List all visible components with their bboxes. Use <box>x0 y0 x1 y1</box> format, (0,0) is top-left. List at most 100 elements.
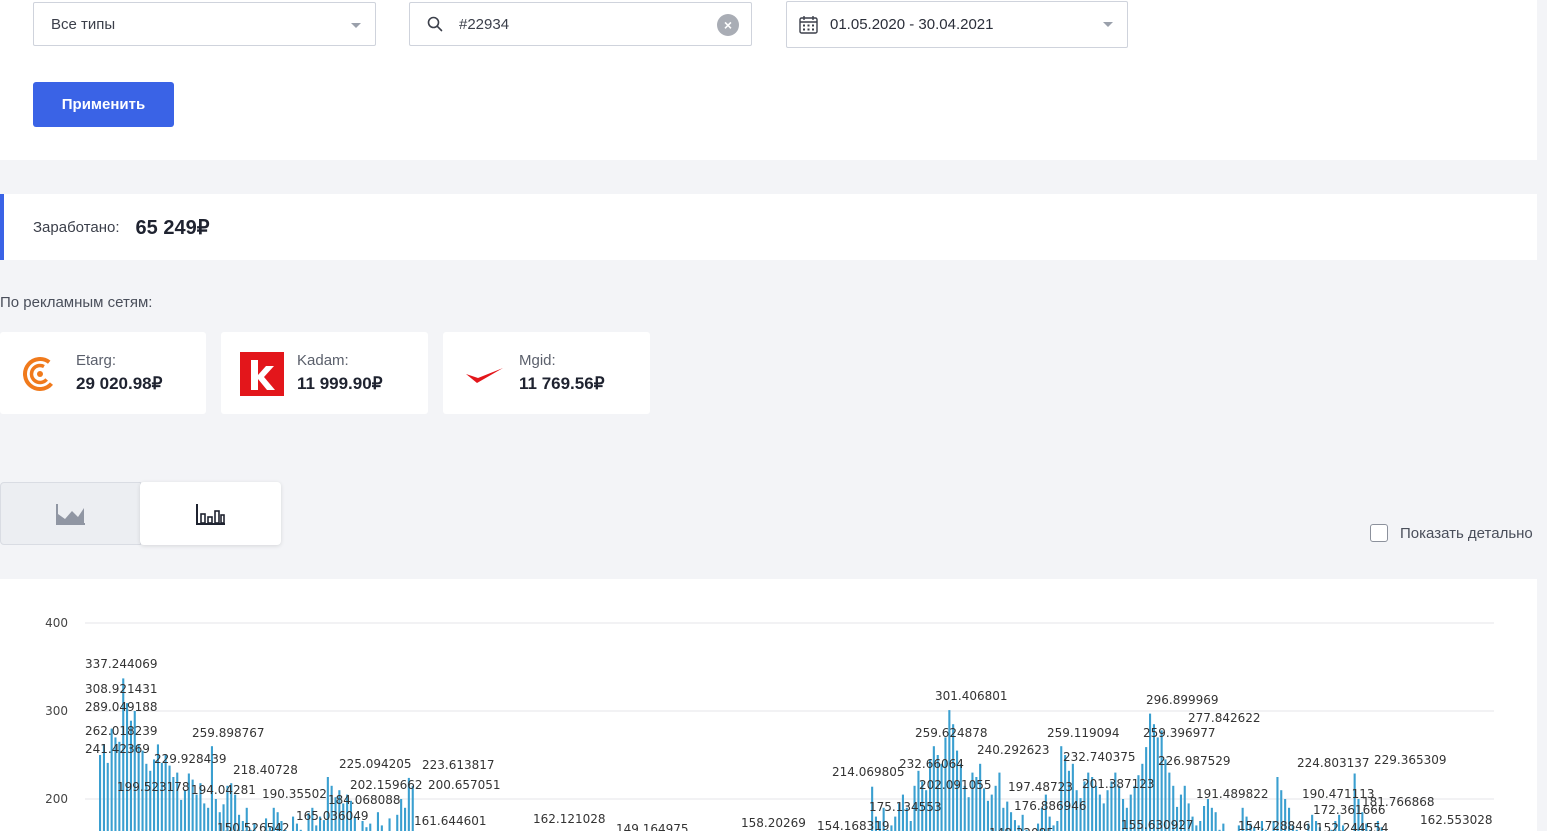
type-select[interactable]: Все типы <box>33 2 376 46</box>
etarg-logo-icon <box>23 357 57 391</box>
bar-data-label: 229.928439 <box>154 752 227 766</box>
bar-data-label: 214.069805 <box>832 765 905 779</box>
network-name: Kadam: <box>297 352 349 369</box>
chart-bar[interactable] <box>1071 763 1074 831</box>
bar-data-label: 200.657051 <box>428 778 501 792</box>
bar-data-label: 197.48723 <box>1008 780 1073 794</box>
bar-data-label: 259.119094 <box>1047 726 1120 740</box>
chart-bar[interactable] <box>1195 825 1198 831</box>
chart-bar[interactable] <box>292 816 295 831</box>
bar-data-label: 152.244554 <box>1316 821 1389 831</box>
chart-bar[interactable] <box>1156 737 1159 831</box>
search-input[interactable]: #22934 × <box>409 2 752 46</box>
checkbox[interactable] <box>1370 524 1388 542</box>
chart-bar[interactable] <box>183 790 186 831</box>
chart-bar[interactable] <box>963 785 966 831</box>
chart-bar[interactable] <box>388 818 391 831</box>
chart-bar[interactable] <box>396 814 399 831</box>
chart-bar[interactable] <box>890 825 893 831</box>
bar-data-label: 155.630927 <box>1121 818 1194 831</box>
chevron-down-icon <box>351 23 361 28</box>
chart-bar[interactable] <box>967 797 970 831</box>
bar-data-label: 240.292623 <box>977 743 1050 757</box>
chart-bar[interactable] <box>983 788 986 831</box>
chart-bar[interactable] <box>1206 799 1209 831</box>
apply-button[interactable]: Применить <box>33 82 174 127</box>
chart-bar[interactable] <box>1210 807 1213 831</box>
chart-bar[interactable] <box>160 762 163 831</box>
bar-data-label: 259.396977 <box>1143 726 1216 740</box>
bar-data-label: 148.32085 <box>989 826 1054 831</box>
chart-bar[interactable] <box>979 763 982 831</box>
network-value: 11 769.56₽ <box>519 374 605 393</box>
area-chart-toggle[interactable] <box>0 482 141 545</box>
bar-data-label: 162.553028 <box>1420 813 1493 827</box>
area-chart-icon <box>55 503 85 525</box>
bar-data-label: 277.842622 <box>1188 711 1261 725</box>
chart-bar[interactable] <box>1056 821 1059 831</box>
bar-data-label: 154.728846 <box>1238 819 1311 831</box>
show-detail-checkbox[interactable]: Показать детально <box>1370 524 1533 542</box>
date-range-select[interactable]: 01.05.2020 - 30.04.2021 <box>786 1 1128 48</box>
network-value: 11 999.90₽ <box>297 374 383 393</box>
bar-data-label: 154.168319 <box>817 819 890 831</box>
chart-bar[interactable] <box>145 763 148 831</box>
chart-bar[interactable] <box>994 785 997 831</box>
chart-bar[interactable] <box>1222 823 1225 831</box>
chart-bar[interactable] <box>203 803 206 831</box>
chart-bar[interactable] <box>180 799 183 831</box>
bar-data-label: 229.365309 <box>1374 753 1447 767</box>
clear-icon[interactable]: × <box>717 14 739 36</box>
chart-bar[interactable] <box>195 794 198 831</box>
chart-bar[interactable] <box>1203 806 1206 831</box>
chart-bar[interactable] <box>315 825 318 831</box>
bar-data-label: 223.613817 <box>422 758 495 772</box>
chart-bar[interactable] <box>1098 794 1101 831</box>
bar-data-label: 162.121028 <box>533 812 606 826</box>
chart-bar[interactable] <box>99 755 102 831</box>
chart-bar[interactable] <box>102 744 105 831</box>
earned-label: Заработано: <box>33 218 120 236</box>
bar-data-label: 241.42369 <box>85 742 150 756</box>
chart-bar[interactable] <box>369 823 372 831</box>
chart-bar[interactable] <box>295 823 298 831</box>
chart-bar[interactable] <box>365 827 368 831</box>
chart-bar[interactable] <box>376 812 379 831</box>
bar-data-label: 181.766868 <box>1362 795 1435 809</box>
chart-bar[interactable] <box>168 765 171 831</box>
bar-data-label: 199.523178 <box>117 780 190 794</box>
chart-bar[interactable] <box>1106 790 1109 831</box>
chart-bar[interactable] <box>940 763 943 831</box>
chart-bar[interactable] <box>1160 730 1163 831</box>
chart-bar[interactable] <box>153 759 156 831</box>
chart-bar[interactable] <box>894 816 897 831</box>
bar-data-label: 150.526542 <box>217 821 290 831</box>
chart-bar[interactable] <box>380 825 383 831</box>
chart-bar[interactable] <box>126 703 129 831</box>
bar-data-label: 289.049188 <box>85 700 158 714</box>
chart-bar[interactable] <box>1311 814 1314 831</box>
bar-data-label: 226.987529 <box>1158 754 1231 768</box>
chart-bar[interactable] <box>1102 803 1105 831</box>
chart-bar[interactable] <box>959 763 962 831</box>
search-icon <box>427 16 443 32</box>
chart-bar[interactable] <box>998 772 1001 831</box>
bar-data-label: 296.899969 <box>1146 693 1219 707</box>
bar-data-label: 232.740375 <box>1063 750 1136 764</box>
bar-chart-toggle[interactable] <box>140 482 281 545</box>
chart-bar[interactable] <box>207 807 210 831</box>
chart-bar[interactable] <box>106 762 109 831</box>
y-tick-label: 300 <box>45 704 68 718</box>
bar-data-label: 165.036049 <box>296 809 369 823</box>
earnings-chart-panel: 400 300 200 337.244069 308.921431 289.049188 2… <box>0 579 1537 831</box>
chart-bar[interactable] <box>909 821 912 831</box>
bar-data-label: 201.387123 <box>1082 777 1155 791</box>
bar-data-label: 149.164975 <box>616 822 689 831</box>
chart-bar[interactable] <box>1095 785 1098 831</box>
network-card-mgid: Mgid: 11 769.56₽ <box>443 332 650 414</box>
chart-bar[interactable] <box>1199 821 1202 831</box>
chart-bar[interactable] <box>1118 785 1121 831</box>
chart-bar[interactable] <box>404 807 407 831</box>
chart-bar[interactable] <box>1214 812 1217 831</box>
bar-data-label: 191.489822 <box>1196 787 1269 801</box>
